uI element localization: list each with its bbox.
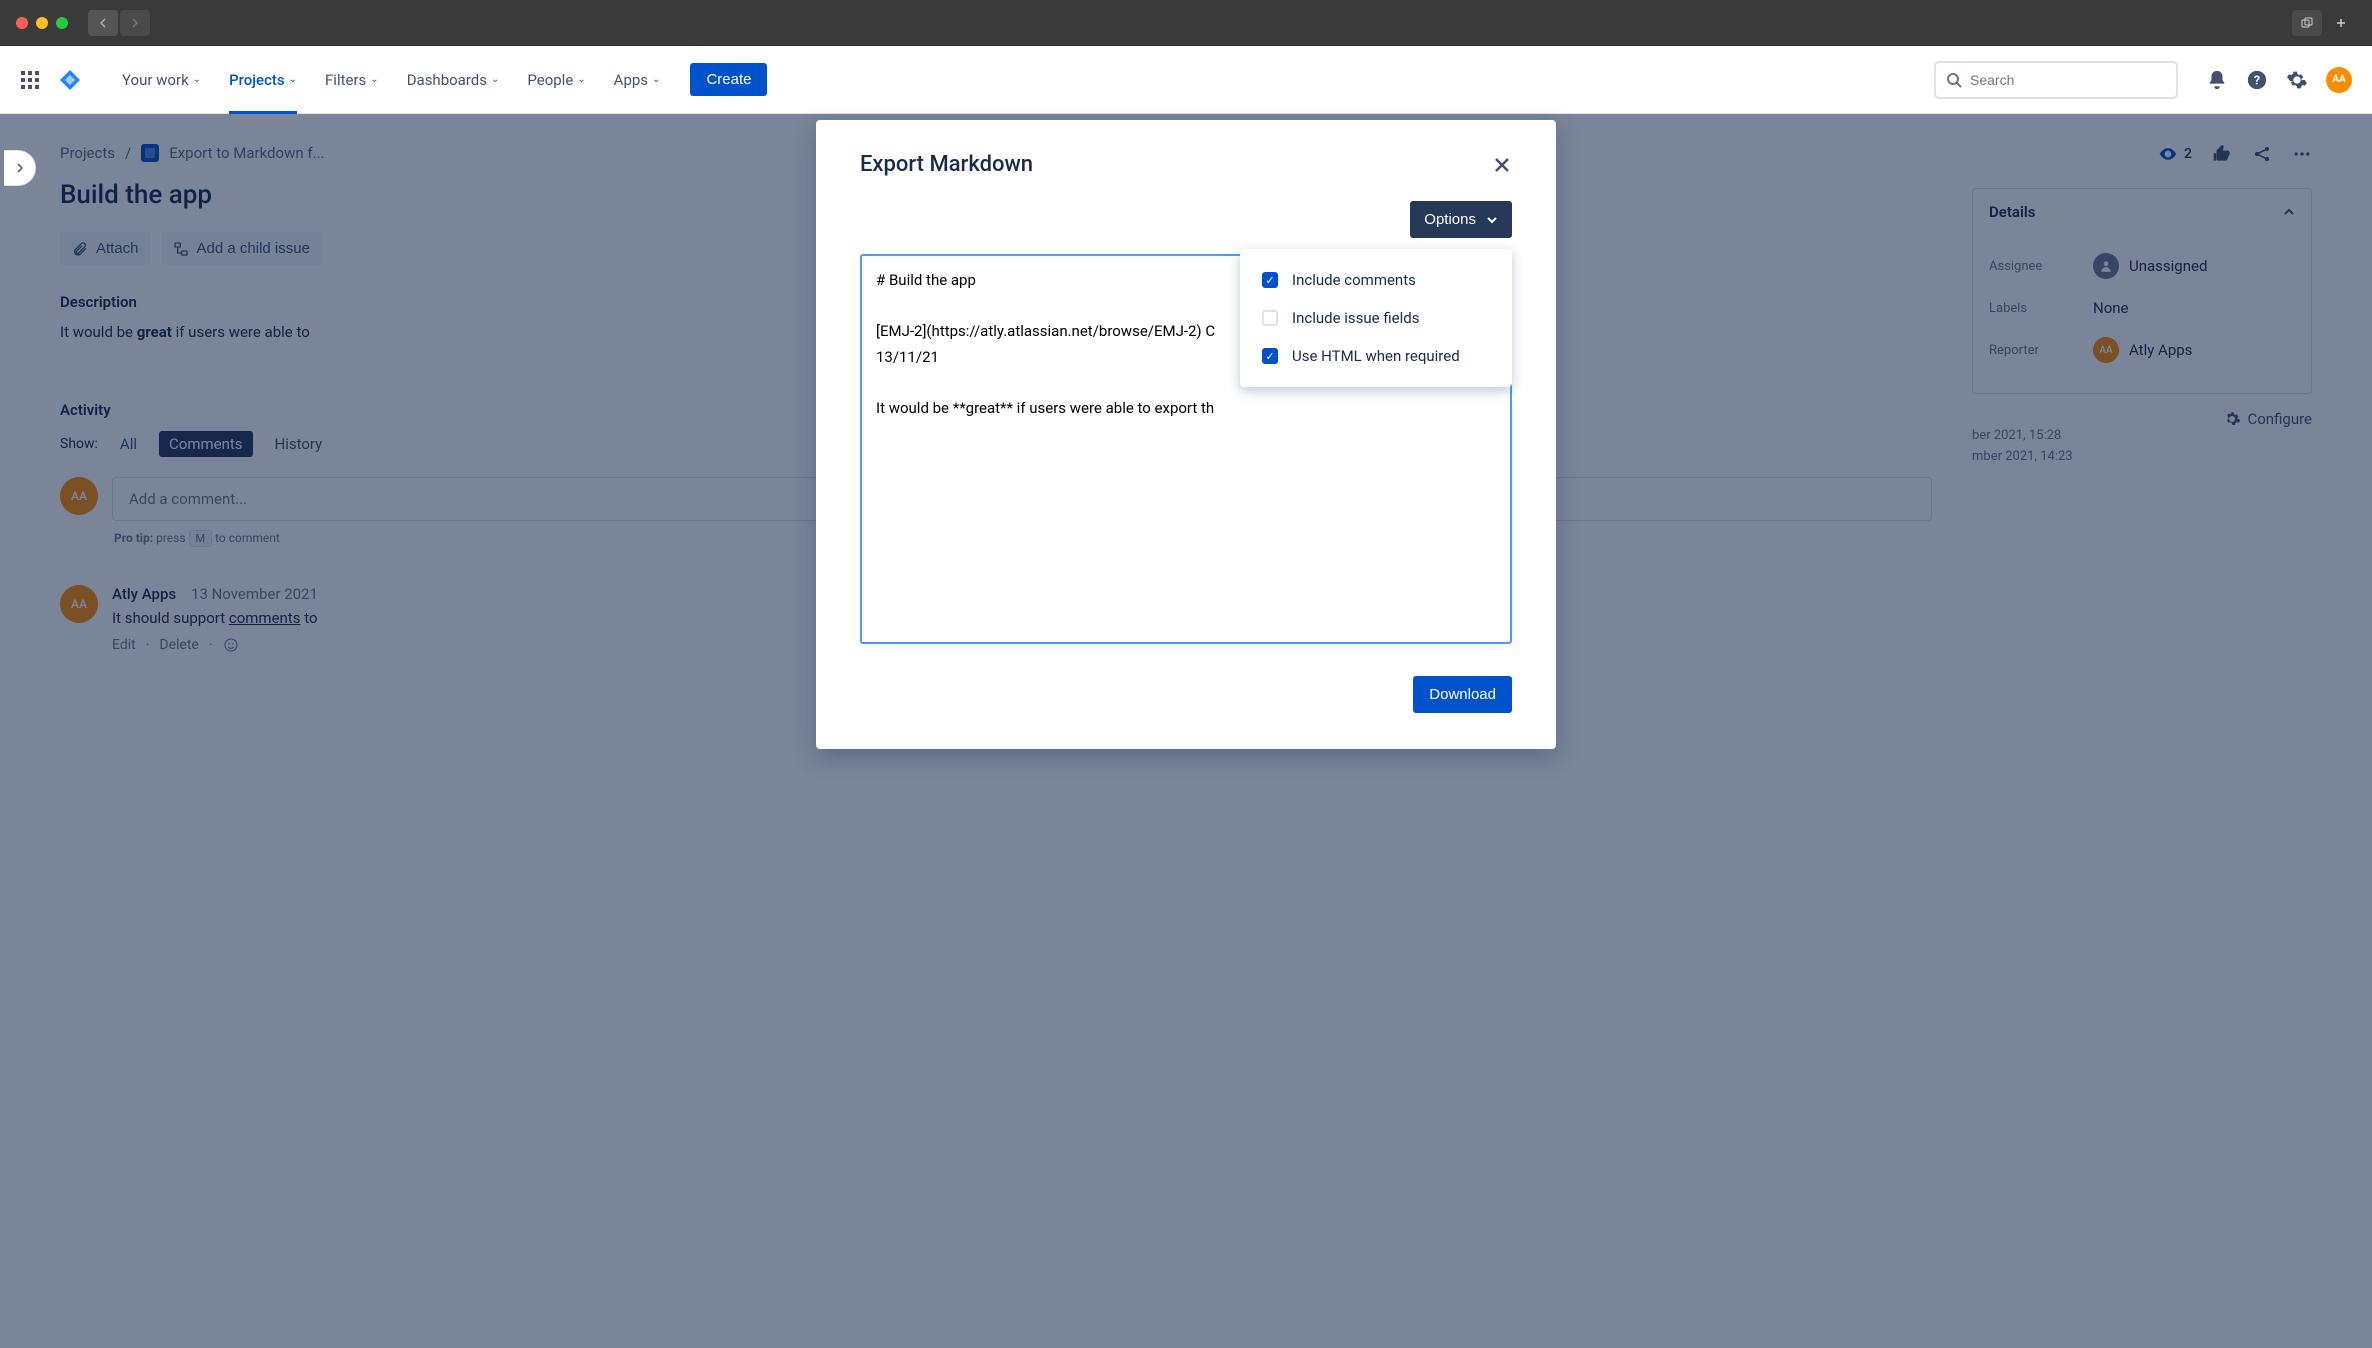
nav-filters[interactable]: Filters⌄ (325, 71, 379, 89)
comment-author[interactable]: Atly Apps (112, 585, 176, 603)
comment-edit[interactable]: Edit (112, 637, 136, 653)
details-panel: Details Assignee Unassigned Labels None (1972, 188, 2312, 394)
chevron-up-icon (2283, 206, 2295, 218)
download-button[interactable]: Download (1413, 676, 1512, 713)
nav-dashboards[interactable]: Dashboards⌄ (407, 71, 500, 89)
comment-body: It should support comments to (112, 609, 318, 627)
child-issue-icon (173, 241, 189, 257)
forward-button[interactable] (120, 10, 150, 36)
option-include-issue-fields[interactable]: Include issue fields (1240, 299, 1512, 337)
new-tab-icon[interactable] (2326, 10, 2356, 36)
labels-label: Labels (1989, 301, 2079, 316)
nav-your-work[interactable]: Your work⌄ (122, 71, 201, 89)
checkbox-checked-icon (1262, 348, 1278, 364)
vote-icon[interactable] (2212, 144, 2232, 164)
assignee-value[interactable]: Unassigned (2093, 253, 2295, 279)
top-nav: Your work⌄ Projects⌄ Filters⌄ Dashboards… (0, 46, 2372, 114)
add-reaction-icon[interactable] (223, 637, 239, 653)
unassigned-avatar-icon (2093, 253, 2119, 279)
tab-comments[interactable]: Comments (159, 431, 253, 457)
chevron-down-icon (1486, 214, 1498, 226)
details-header[interactable]: Details (1973, 189, 2311, 235)
search-box[interactable] (1934, 61, 2178, 99)
close-window-icon[interactable] (16, 17, 28, 29)
search-input[interactable] (1970, 72, 2166, 88)
configure-button[interactable]: Configure (2223, 410, 2312, 428)
nav-people[interactable]: People⌄ (527, 71, 585, 89)
export-markdown-modal: Export Markdown Options Include comments… (816, 120, 1556, 749)
tab-history[interactable]: History (265, 431, 333, 457)
comment-date: 13 November 2021 (191, 585, 318, 603)
tab-all[interactable]: All (110, 431, 147, 457)
options-dropdown: Include comments Include issue fields Us… (1240, 249, 1512, 387)
options-button[interactable]: Options (1410, 201, 1512, 238)
checkbox-unchecked-icon (1262, 310, 1278, 326)
back-button[interactable] (88, 10, 118, 36)
project-icon (141, 144, 159, 162)
breadcrumb-root[interactable]: Projects (60, 144, 115, 162)
timestamps: ber 2021, 15:28 mber 2021, 14:23 (1972, 426, 2073, 468)
reporter-avatar: AA (2093, 337, 2119, 363)
search-icon (1946, 72, 1962, 88)
app-switcher-icon[interactable] (20, 70, 40, 90)
add-child-issue-button[interactable]: Add a child issue (161, 232, 322, 265)
close-icon (1492, 155, 1512, 175)
settings-icon[interactable] (2286, 69, 2308, 91)
close-modal-button[interactable] (1492, 155, 1512, 175)
window-titlebar (0, 0, 2372, 46)
window-copy-icon[interactable] (2292, 10, 2322, 36)
labels-value[interactable]: None (2093, 299, 2295, 317)
breadcrumb-project[interactable]: Export to Markdown f... (169, 144, 324, 162)
help-icon[interactable]: ? (2246, 69, 2268, 91)
checkbox-checked-icon (1262, 272, 1278, 288)
minimize-window-icon[interactable] (36, 17, 48, 29)
nav-apps[interactable]: Apps⌄ (614, 71, 661, 89)
svg-text:?: ? (2254, 73, 2260, 88)
assignee-label: Assignee (1989, 259, 2079, 274)
jira-logo-icon[interactable] (58, 68, 82, 92)
comment-avatar: AA (60, 477, 98, 515)
maximize-window-icon[interactable] (56, 17, 68, 29)
reporter-value[interactable]: AA Atly Apps (2093, 337, 2295, 363)
create-button[interactable]: Create (690, 63, 767, 96)
option-use-html[interactable]: Use HTML when required (1240, 337, 1512, 375)
activity-show-label: Show: (60, 436, 98, 452)
eye-icon (2158, 144, 2178, 164)
share-icon[interactable] (2252, 144, 2272, 164)
attachment-icon (72, 241, 88, 257)
option-include-comments[interactable]: Include comments (1240, 261, 1512, 299)
comment-author-avatar: AA (60, 585, 98, 623)
attach-button[interactable]: Attach (60, 232, 151, 265)
comment-delete[interactable]: Delete (159, 637, 198, 653)
user-avatar[interactable]: AA (2326, 67, 2352, 93)
traffic-lights (16, 17, 68, 29)
gear-icon (2223, 410, 2241, 428)
nav-projects[interactable]: Projects⌄ (229, 71, 297, 114)
more-actions-icon[interactable] (2292, 144, 2312, 164)
watch-button[interactable]: 2 (2158, 144, 2192, 164)
reporter-label: Reporter (1989, 343, 2079, 358)
nav-links: Your work⌄ Projects⌄ Filters⌄ Dashboards… (122, 71, 660, 89)
modal-title: Export Markdown (860, 152, 1033, 177)
notifications-icon[interactable] (2206, 69, 2228, 91)
